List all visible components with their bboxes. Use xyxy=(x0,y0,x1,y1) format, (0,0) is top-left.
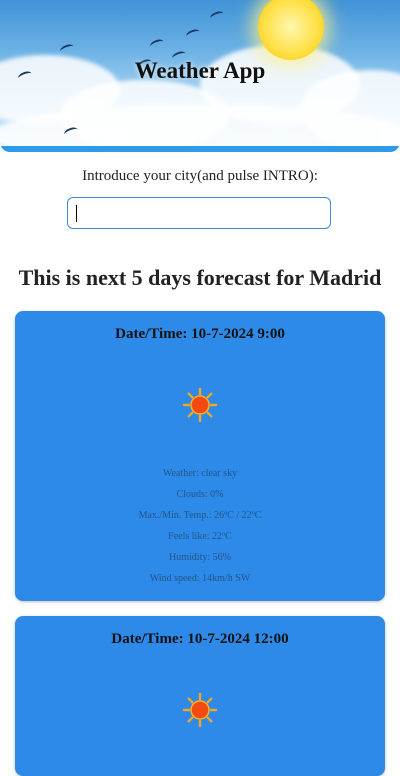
app-title: Weather App xyxy=(134,58,266,83)
forecast-datetime: Date/Time: 10-7-2024 12:00 xyxy=(111,631,289,647)
humidity-value: Humidity: 56% xyxy=(169,552,231,563)
wind-speed-value: Wind speed: 14km/h SW xyxy=(149,573,251,584)
sun-icon xyxy=(182,692,218,728)
weather-description: Weather: clear sky xyxy=(162,468,238,479)
bird-decoration xyxy=(209,9,225,23)
header-border xyxy=(0,146,400,152)
forecast-card: Date/Time: 10-7-2024 9:00 Weather: clear… xyxy=(15,311,385,601)
feels-like-value: Feels like: 22ºC xyxy=(168,531,232,542)
temperature-range: Max./Min. Temp.: 26ºC / 22ºC xyxy=(138,510,262,521)
city-input[interactable] xyxy=(67,197,331,229)
forecast-card: Date/Time: 10-7-2024 12:00 xyxy=(15,616,385,776)
city-input-label: Introduce your city(and pulse INTRO): xyxy=(82,168,318,184)
header-banner: Weather App xyxy=(0,0,400,152)
text-caret xyxy=(76,205,77,222)
bird-decoration xyxy=(149,37,165,51)
bird-decoration xyxy=(59,42,75,56)
bird-decoration xyxy=(185,27,201,41)
forecast-datetime: Date/Time: 10-7-2024 9:00 xyxy=(115,326,285,342)
clouds-value: Clouds: 0% xyxy=(176,489,224,500)
forecast-heading: This is next 5 days forecast for Madrid xyxy=(18,265,382,290)
sun-icon xyxy=(182,387,218,423)
cloud-decoration xyxy=(0,105,400,152)
